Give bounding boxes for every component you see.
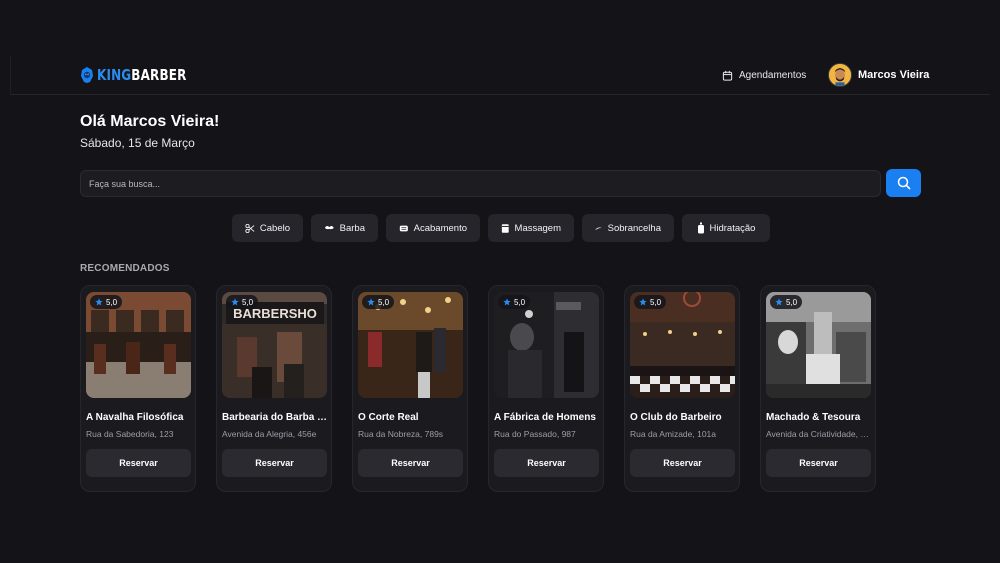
- current-date: Sábado, 15 de Março: [80, 136, 195, 150]
- user-avatar-icon: [829, 64, 851, 86]
- rating-value: 5,0: [514, 297, 526, 307]
- star-icon: [639, 298, 647, 306]
- book-button[interactable]: Reservar: [222, 449, 327, 477]
- logo-barber-text: BARBER: [131, 66, 187, 84]
- barbershop-card[interactable]: 5,0 A Fábrica de Homens Rua do Passado, …: [488, 285, 604, 492]
- barbershop-card[interactable]: 5,0 O Club do Barbeiro Rua da Amizade, 1…: [624, 285, 740, 492]
- category-cabelo[interactable]: Cabelo: [232, 214, 303, 242]
- category-label: Sobrancelha: [607, 222, 661, 234]
- rating-value: 5,0: [786, 297, 798, 307]
- razor-icon: [399, 225, 408, 231]
- calendar-icon: [722, 70, 733, 81]
- star-icon: [775, 298, 783, 306]
- rating-value: 5,0: [378, 297, 390, 307]
- rating-value: 5,0: [242, 297, 254, 307]
- barbershop-address: Rua do Passado, 987: [494, 429, 576, 439]
- book-button[interactable]: Reservar: [766, 449, 871, 477]
- barbershop-address: Avenida da Alegria, 456e: [222, 429, 317, 439]
- barbershop-address: Rua da Amizade, 101a: [630, 429, 717, 439]
- barbershop-address: Rua da Sabedoria, 123: [86, 429, 174, 439]
- towel-icon: [501, 223, 509, 233]
- user-menu[interactable]: Marcos Vieira: [828, 62, 929, 88]
- category-label: Barba: [339, 222, 365, 234]
- appointments-label: Agendamentos: [739, 69, 807, 81]
- barbershop-name: A Fábrica de Homens: [494, 412, 596, 423]
- search-button[interactable]: [886, 169, 921, 197]
- scissors-icon: [245, 223, 255, 233]
- rating-badge: 5,0: [226, 295, 259, 309]
- category-label: Acabamento: [413, 222, 467, 234]
- barbershop-name: O Corte Real: [358, 412, 419, 423]
- recommended-title: RECOMENDADOS: [80, 263, 170, 274]
- category-acabamento[interactable]: Acabamento: [386, 214, 480, 242]
- star-icon: [367, 298, 375, 306]
- category-list: Cabelo Barba Acabamento Massagem Sobranc…: [232, 214, 770, 242]
- logo[interactable]: KINGBARBER: [80, 65, 209, 85]
- barbershop-name: A Navalha Filosófica: [86, 412, 184, 423]
- rating-value: 5,0: [106, 297, 118, 307]
- category-massagem[interactable]: Massagem: [488, 214, 574, 242]
- barbershop-card[interactable]: 5,0 Machado & Tesoura Avenida da Criativ…: [760, 285, 876, 492]
- eyebrow-icon: [595, 226, 603, 230]
- star-icon: [231, 298, 239, 306]
- search-field[interactable]: [80, 170, 881, 197]
- rating-badge: 5,0: [770, 295, 803, 309]
- greeting-title: Olá Marcos Vieira!: [80, 113, 220, 130]
- mustache-icon: [324, 225, 334, 230]
- lion-logo-icon: [81, 67, 93, 83]
- rating-badge: 5,0: [362, 295, 395, 309]
- category-label: Cabelo: [259, 222, 290, 234]
- avatar[interactable]: [828, 63, 852, 87]
- category-barba[interactable]: Barba: [311, 214, 378, 242]
- book-button[interactable]: Reservar: [494, 449, 599, 477]
- book-button[interactable]: Reservar: [630, 449, 735, 477]
- search-icon: [897, 176, 910, 190]
- category-sobrancelha[interactable]: Sobrancelha: [582, 214, 674, 242]
- barbershop-card[interactable]: BARBERSHO 5,0 Barbearia do Barba Ruiva A…: [216, 285, 332, 492]
- rating-badge: 5,0: [498, 295, 531, 309]
- star-icon: [503, 298, 511, 306]
- barbershop-address: Avenida da Criatividade, 202: [766, 429, 872, 439]
- book-button[interactable]: Reservar: [358, 449, 463, 477]
- bottle-icon: [697, 222, 704, 234]
- star-icon: [95, 298, 103, 306]
- category-label: Massagem: [514, 222, 561, 234]
- recommended-list: 5,0 A Navalha Filosófica Rua da Sabedori…: [80, 285, 876, 492]
- appointments-link[interactable]: Agendamentos: [722, 67, 806, 83]
- barbershop-address: Rua da Nobreza, 789s: [358, 429, 444, 439]
- barbershop-name: O Club do Barbeiro: [630, 412, 722, 423]
- barbershop-card[interactable]: 5,0 O Corte Real Rua da Nobreza, 789s Re…: [352, 285, 468, 492]
- rating-badge: 5,0: [90, 295, 123, 309]
- rating-value: 5,0: [650, 297, 662, 307]
- rating-badge: 5,0: [634, 295, 667, 309]
- user-name: Marcos Vieira: [858, 69, 930, 81]
- barbershop-name: Barbearia do Barba Ruiva: [222, 412, 328, 423]
- barbershop-card[interactable]: 5,0 A Navalha Filosófica Rua da Sabedori…: [80, 285, 196, 492]
- barbershop-name: Machado & Tesoura: [766, 412, 861, 423]
- logo-king-text: KING: [97, 66, 132, 84]
- category-hidratacao[interactable]: Hidratação: [682, 214, 770, 242]
- search-input[interactable]: [89, 178, 880, 189]
- book-button[interactable]: Reservar: [86, 449, 191, 477]
- category-label: Hidratação: [709, 222, 756, 234]
